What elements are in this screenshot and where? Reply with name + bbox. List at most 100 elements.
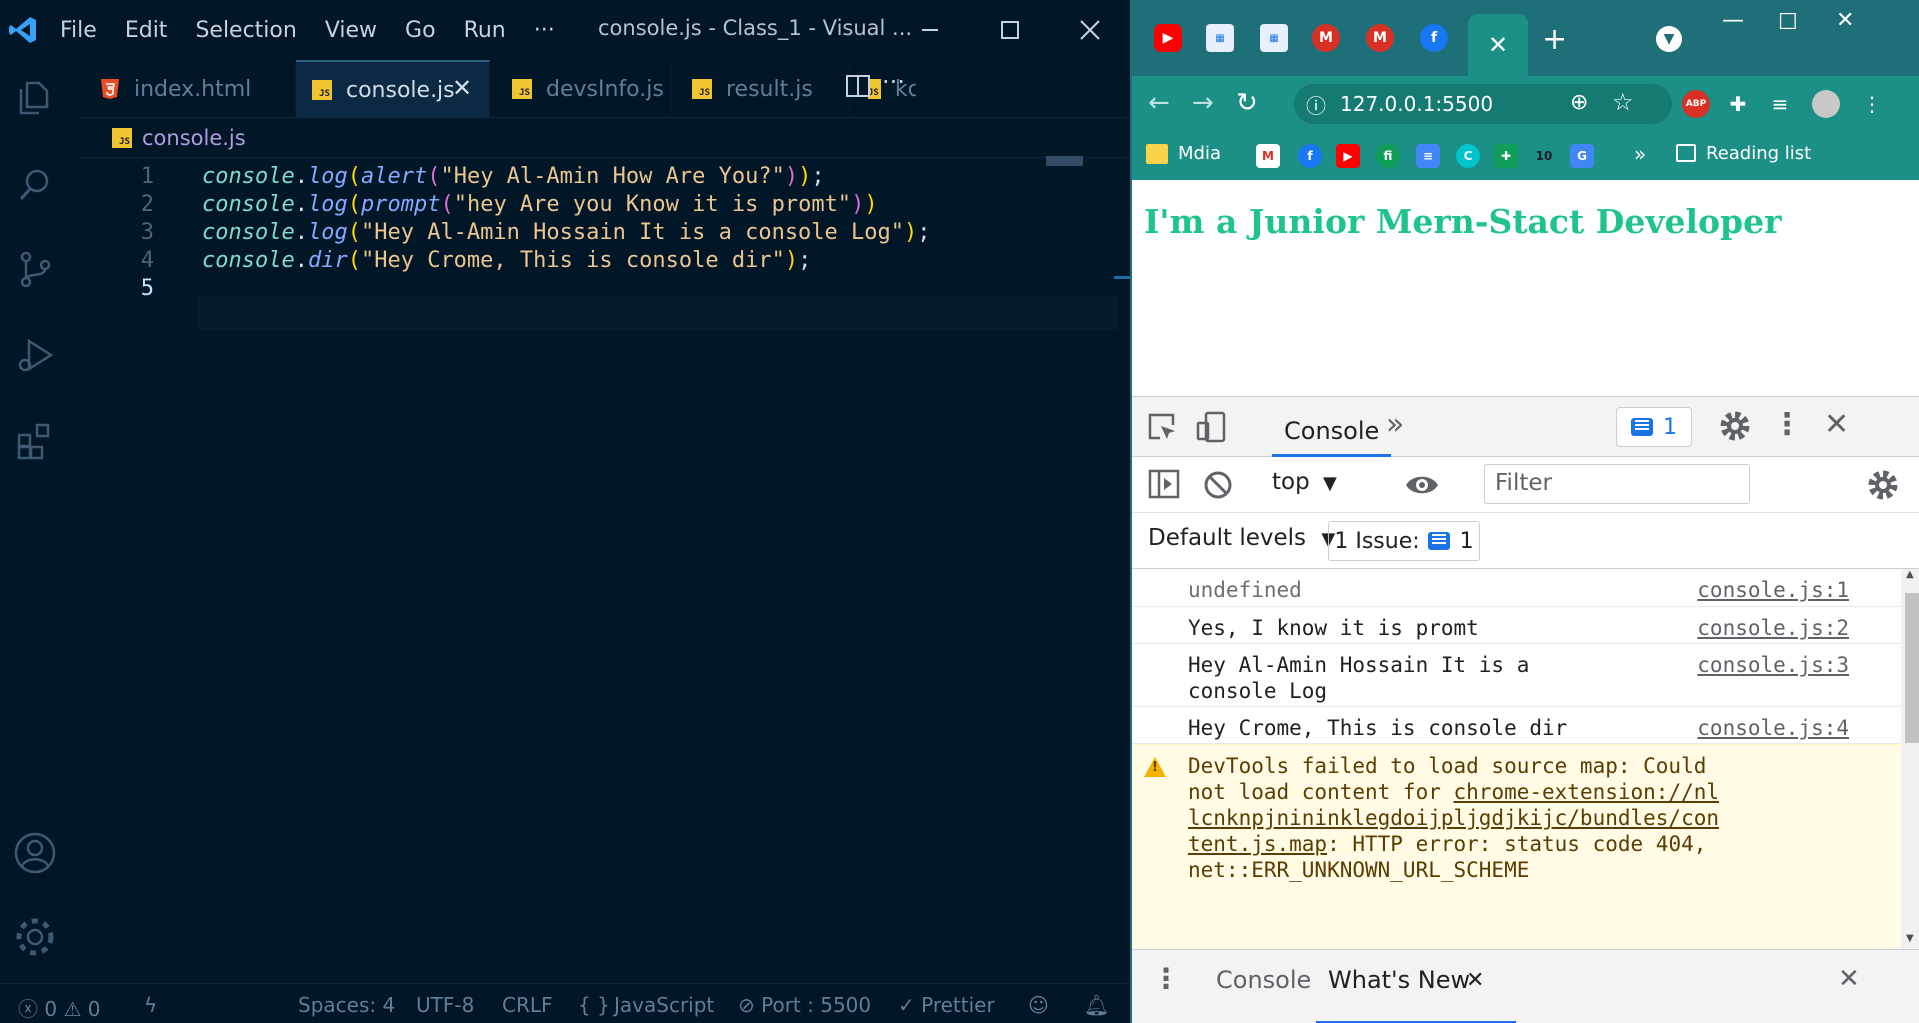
menu-file[interactable]: File (46, 18, 111, 43)
youtube-bookmark-icon[interactable]: ▶ (1336, 144, 1360, 168)
close-whats-new-icon[interactable]: ✕ (1466, 968, 1484, 993)
settings-gear-icon[interactable] (10, 912, 60, 962)
menu-edit[interactable]: Edit (111, 18, 182, 43)
close-icon[interactable]: ✕ (1836, 8, 1854, 33)
menu-view[interactable]: View (311, 18, 391, 43)
code-editor[interactable]: 1 console.log(alert("Hey Al-Amin How Are… (78, 160, 1118, 975)
message-source-link[interactable]: console.js:3 (1697, 652, 1849, 678)
bookmark-star-icon[interactable]: ☆ (1612, 88, 1634, 116)
drawer-tab-console[interactable]: Console (1216, 966, 1311, 994)
account-icon[interactable] (10, 828, 60, 878)
encoding-status[interactable]: UTF-8 (416, 993, 474, 1017)
device-toolbar-icon[interactable] (1194, 409, 1230, 449)
search-icon[interactable] (10, 160, 60, 210)
close-devtools-icon[interactable]: ✕ (1824, 407, 1849, 442)
tab-close-icon[interactable]: ✕ (452, 74, 472, 102)
feedback-icon[interactable]: ☺ (1028, 993, 1049, 1017)
issues-button[interactable]: 1 Issue: 1 (1328, 521, 1480, 561)
tab-search-icon[interactable]: ▼ (1656, 26, 1682, 52)
context-selector[interactable]: top ▼ (1272, 469, 1337, 495)
ifwf-tab-icon[interactable]: ▦ (1206, 24, 1234, 52)
fiverr-bookmark-icon[interactable]: fi (1376, 144, 1400, 168)
zoom-icon[interactable]: ⊕ (1570, 90, 1588, 115)
info-icon[interactable]: ⓘ (1306, 90, 1326, 119)
indentation-status[interactable]: Spaces: 4 (298, 993, 395, 1017)
active-tab[interactable]: ✕ (1468, 14, 1528, 76)
ten-minute-bookmark-icon[interactable]: 10 (1532, 144, 1556, 168)
console-filter-input[interactable]: Filter (1484, 464, 1750, 504)
sheets-bookmark-icon[interactable]: ✚ (1494, 144, 1518, 168)
maximize-icon[interactable] (970, 0, 1050, 60)
devtools-settings-gear-icon[interactable] (1718, 409, 1752, 447)
profile-avatar[interactable] (1812, 90, 1840, 118)
drawer-menu-icon[interactable]: ⋮ (1152, 962, 1180, 995)
show-sidebar-icon[interactable] (1148, 469, 1180, 503)
new-tab-button[interactable]: + (1542, 22, 1567, 57)
tab-devsinfo-js[interactable]: JS devsInfo.js (490, 60, 672, 118)
extensions-puzzle-icon[interactable]: ✚ (1724, 90, 1752, 118)
lightning-icon[interactable]: ϟ (144, 993, 157, 1017)
message-source-link[interactable]: console.js:4 (1697, 715, 1849, 741)
tab-close-icon[interactable]: ✕ (1488, 31, 1508, 59)
drawer-tab-whats-new[interactable]: What's New (1328, 966, 1470, 994)
prettier-status[interactable]: ✓ Prettier (898, 993, 995, 1017)
run-debug-icon[interactable] (10, 330, 60, 380)
more-tabs-icon[interactable]: » (1386, 407, 1404, 442)
tab-index-html[interactable]: index.html (78, 60, 296, 118)
breadcrumb-file[interactable]: console.js (142, 126, 246, 150)
scroll-down-icon[interactable]: ▼ (1906, 933, 1914, 944)
bookmark-folder-mdia[interactable]: Mdia (1178, 143, 1221, 164)
menu-selection[interactable]: Selection (181, 18, 310, 43)
youtube-tab-icon[interactable]: ▶ (1154, 24, 1182, 52)
facebook-tab-icon[interactable]: f (1420, 24, 1448, 52)
log-levels-dropdown[interactable]: Default levels ▼ (1148, 525, 1335, 551)
minimize-icon[interactable]: — (1722, 8, 1744, 33)
adblock-plus-icon[interactable]: ABP (1682, 90, 1710, 118)
extensions-icon[interactable] (10, 416, 60, 466)
message-source-link[interactable]: console.js:1 (1697, 577, 1849, 603)
more-actions-icon[interactable]: ··· (882, 68, 905, 96)
clear-console-icon[interactable] (1202, 469, 1234, 505)
console-scrollbar[interactable]: ▲ ▼ (1901, 569, 1919, 949)
media-controls-icon[interactable]: ≡ (1766, 90, 1794, 118)
m-tab-icon-2[interactable]: M (1366, 24, 1394, 52)
language-mode-status[interactable]: JavaScript (614, 993, 714, 1017)
problems-indicator[interactable]: ⓧ 0 ⚠ 0 (18, 993, 100, 1022)
devtools-more-icon[interactable]: ⋮ (1772, 407, 1802, 442)
translate-bookmark-icon[interactable]: G (1570, 144, 1594, 168)
live-server-port[interactable]: ⊘ Port : 5500 (738, 993, 871, 1017)
close-drawer-icon[interactable]: ✕ (1838, 964, 1860, 994)
message-source-link[interactable]: console.js:2 (1697, 615, 1849, 641)
maximize-icon[interactable]: ☐ (1778, 10, 1798, 35)
tab-result-js[interactable]: JS result.js (672, 60, 850, 118)
eol-status[interactable]: CRLF (502, 993, 553, 1017)
tab-console-js[interactable]: JS console.js ✕ (296, 60, 490, 118)
tab-console[interactable]: Console (1272, 407, 1392, 457)
menu-more[interactable]: ··· (520, 18, 569, 43)
inspect-element-icon[interactable] (1146, 411, 1178, 447)
back-icon[interactable]: ← (1148, 88, 1170, 118)
reading-list-button[interactable]: Reading list (1706, 143, 1811, 164)
issues-counter-button[interactable]: 1 (1616, 407, 1692, 447)
scroll-up-icon[interactable]: ▲ (1906, 569, 1914, 580)
explorer-icon[interactable] (10, 72, 60, 122)
source-control-icon[interactable] (10, 244, 60, 294)
menu-run[interactable]: Run (450, 18, 520, 43)
docs-bookmark-icon[interactable]: ≡ (1416, 144, 1440, 168)
address-bar[interactable]: ⓘ 127.0.0.1:5500 ⊕ ☆ (1294, 84, 1672, 124)
split-editor-icon[interactable] (844, 72, 872, 104)
ifwf-tab-icon-2[interactable]: ▦ (1260, 24, 1288, 52)
facebook-bookmark-icon[interactable]: f (1298, 144, 1322, 168)
gmail-bookmark-icon[interactable]: M (1256, 144, 1280, 168)
reload-icon[interactable]: ↻ (1236, 88, 1258, 118)
close-icon[interactable] (1050, 0, 1130, 60)
notifications-bell-icon[interactable]: 🔔︎ (1084, 993, 1109, 1017)
minimize-icon[interactable] (890, 0, 970, 60)
live-expression-eye-icon[interactable] (1404, 469, 1440, 505)
menu-go[interactable]: Go (391, 18, 450, 43)
bookmarks-overflow[interactable]: » (1634, 142, 1646, 166)
minimap[interactable] (1046, 156, 1108, 166)
canva-bookmark-icon[interactable]: C (1456, 144, 1480, 168)
forward-icon[interactable]: → (1192, 88, 1214, 118)
m-tab-icon[interactable]: M (1312, 24, 1340, 52)
